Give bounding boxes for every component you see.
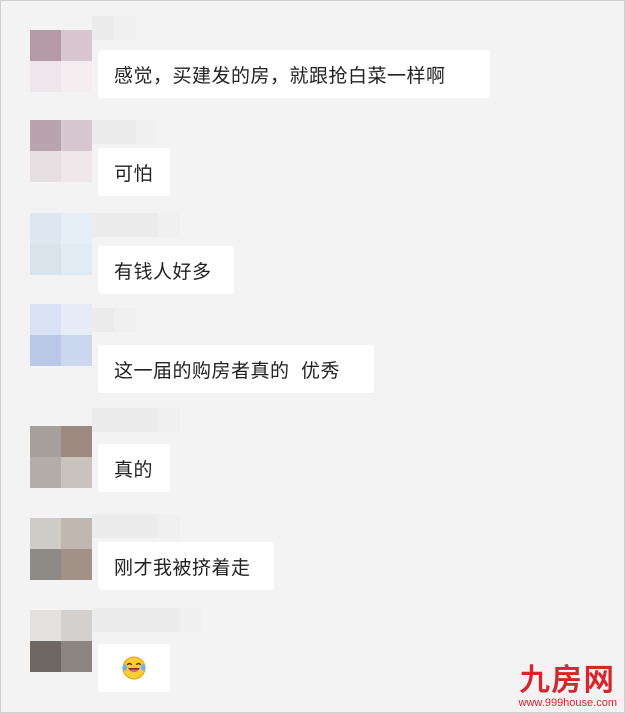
avatar-pixel [30, 30, 61, 61]
watermark-name: 九房网 [519, 663, 616, 698]
message-bubble[interactable]: 真的 [98, 444, 170, 492]
sender-name-blurred [92, 213, 180, 237]
avatar-pixel [61, 518, 92, 549]
message-text: 真的 [114, 459, 154, 481]
avatar-pixel [61, 610, 92, 641]
avatar-pixel [61, 61, 92, 92]
chat-history: 感觉，买建发的房，就跟抢白菜一样啊 可怕 有钱人好多 这一届的购房者真的 优秀 … [0, 0, 625, 713]
avatar[interactable] [30, 213, 92, 275]
avatar-pixel [61, 641, 92, 672]
avatar-pixel [61, 120, 92, 151]
avatar-pixel [30, 335, 61, 366]
avatar-pixel [61, 457, 92, 488]
message-bubble[interactable]: 感觉，买建发的房，就跟抢白菜一样啊 [98, 50, 490, 98]
message-text: 感觉，买建发的房，就跟抢白菜一样啊 [114, 65, 446, 87]
message-bubble[interactable] [98, 644, 170, 692]
avatar-pixel [61, 426, 92, 457]
avatar[interactable] [30, 120, 92, 182]
sender-name-blurred [92, 16, 136, 40]
avatar-pixel [30, 426, 61, 457]
sender-name-blurred [92, 514, 180, 538]
avatar-pixel [61, 244, 92, 275]
avatar[interactable] [30, 426, 92, 488]
avatar[interactable] [30, 610, 92, 672]
avatar[interactable] [30, 304, 92, 366]
message-text: 刚才我被挤着走 [114, 557, 251, 579]
avatar[interactable] [30, 30, 92, 92]
avatar-pixel [30, 518, 61, 549]
avatar-pixel [30, 213, 61, 244]
avatar-pixel [61, 151, 92, 182]
message-bubble[interactable]: 可怕 [98, 148, 170, 196]
avatar-pixel [30, 304, 61, 335]
message-text: 可怕 [114, 163, 154, 185]
avatar-pixel [30, 457, 61, 488]
watermark-logo: 九房网 www.999house.com [518, 663, 617, 710]
avatar-pixel [61, 30, 92, 61]
avatar-pixel [30, 244, 61, 275]
message-bubble[interactable]: 刚才我被挤着走 [98, 542, 274, 590]
avatar-pixel [61, 304, 92, 335]
message-bubble[interactable]: 有钱人好多 [98, 246, 234, 294]
avatar-pixel [61, 335, 92, 366]
message-text: 这一届的购房者真的 优秀 [114, 360, 341, 382]
sender-name-blurred [92, 120, 158, 144]
avatar-pixel [30, 549, 61, 580]
avatar-pixel [30, 641, 61, 672]
avatar-pixel [30, 151, 61, 182]
sender-name-blurred [92, 308, 136, 332]
avatar-pixel [61, 549, 92, 580]
laughing-crying-emoji-icon [122, 656, 146, 680]
sender-name-blurred [92, 408, 180, 432]
avatar-pixel [30, 610, 61, 641]
avatar-pixel [30, 61, 61, 92]
message-text: 有钱人好多 [114, 261, 212, 283]
message-bubble[interactable]: 这一届的购房者真的 优秀 [98, 345, 374, 393]
sender-name-blurred [92, 608, 202, 632]
avatar-pixel [30, 120, 61, 151]
avatar[interactable] [30, 518, 92, 580]
watermark-url: www.999house.com [518, 697, 617, 709]
avatar-pixel [61, 213, 92, 244]
